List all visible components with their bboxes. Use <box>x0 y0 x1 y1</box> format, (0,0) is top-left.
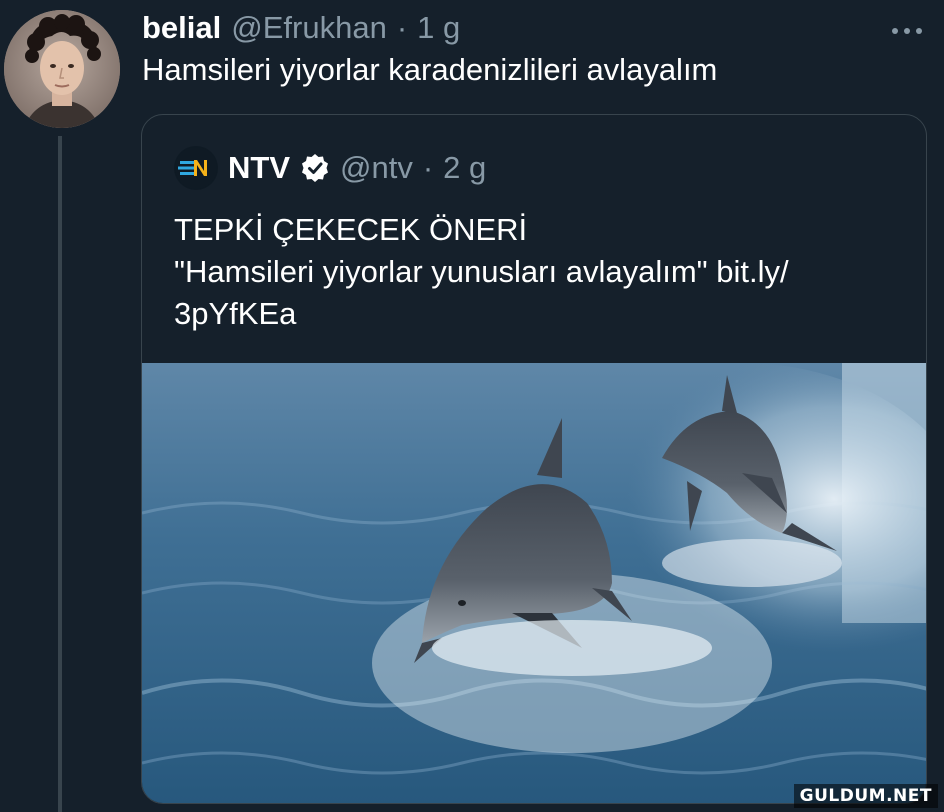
quoted-tweet[interactable]: NTV @ntv · 2 g TEPKİ ÇEKECEK ÖNERİ "Hams… <box>141 114 927 804</box>
timestamp[interactable]: 1 g <box>417 10 460 46</box>
tweet-header: belial @Efrukhan · 1 g <box>142 6 460 50</box>
tweet-text: Hamsileri yiyorlar karadenizlileri avlay… <box>142 52 718 87</box>
user-handle[interactable]: @Efrukhan <box>231 10 387 46</box>
display-name[interactable]: belial <box>142 10 221 46</box>
quoted-user-handle[interactable]: @ntv <box>340 150 413 186</box>
thread-line <box>58 136 62 812</box>
quoted-timestamp[interactable]: 2 g <box>443 150 486 186</box>
tweet[interactable]: belial @Efrukhan · 1 g Hamsileri yiyorla… <box>0 0 944 812</box>
quoted-text-line[interactable]: "Hamsileri yiyorlar yunusları avlayalım"… <box>174 251 914 293</box>
separator-dot: · <box>422 150 434 185</box>
dolphins-image[interactable] <box>142 363 926 803</box>
quoted-text-line: TEPKİ ÇEKECEK ÖNERİ <box>174 212 528 247</box>
quoted-text-line[interactable]: 3pYfKEa <box>174 293 914 335</box>
verified-badge-icon <box>300 153 330 183</box>
quoted-tweet-text: TEPKİ ÇEKECEK ÖNERİ "Hamsileri yiyorlar … <box>174 209 914 335</box>
ntv-logo-icon[interactable] <box>174 146 218 190</box>
avatar[interactable] <box>4 10 120 128</box>
avatar-image <box>4 10 120 128</box>
quoted-tweet-header: NTV @ntv · 2 g <box>174 146 486 190</box>
separator-dot: · <box>396 10 408 45</box>
more-icon[interactable] <box>890 12 924 42</box>
quoted-display-name[interactable]: NTV <box>228 150 290 186</box>
watermark: GULDUM.NET <box>793 784 938 808</box>
